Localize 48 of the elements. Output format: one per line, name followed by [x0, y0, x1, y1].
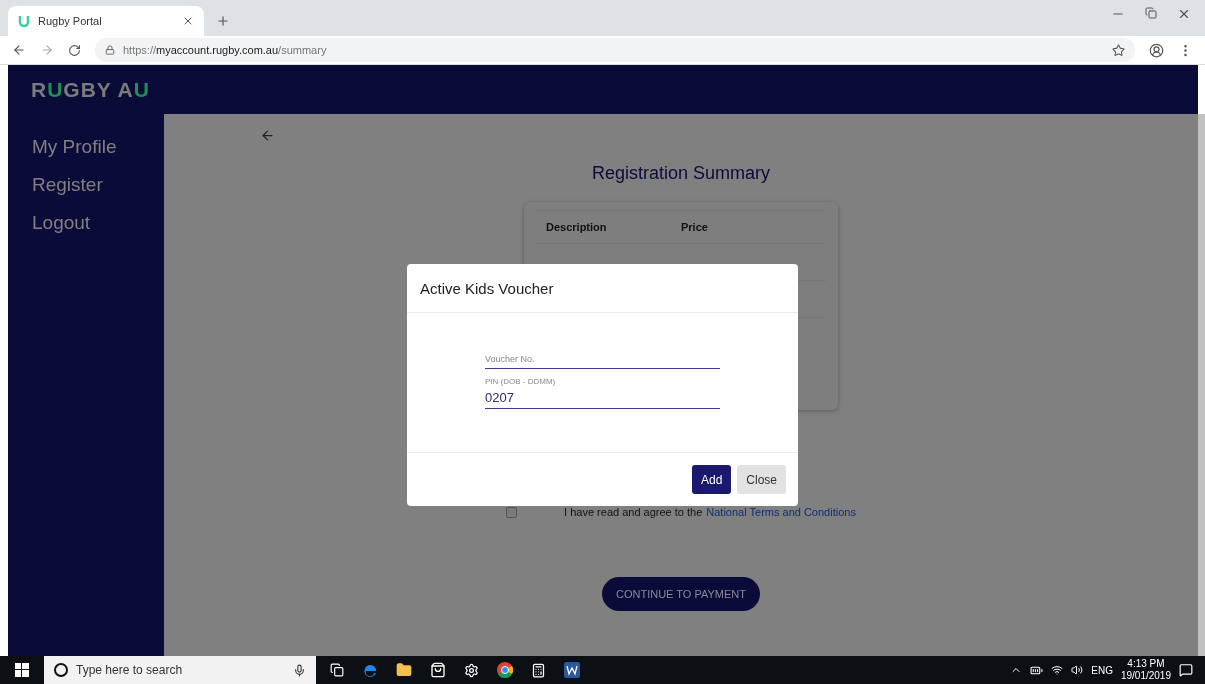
task-view-icon[interactable]	[330, 663, 344, 677]
tab-title: Rugby Portal	[38, 15, 103, 27]
browser-e-icon[interactable]	[362, 662, 378, 678]
add-button[interactable]: Add	[691, 465, 732, 494]
clock-time[interactable]: 4:13 PM	[1127, 658, 1165, 670]
language-indicator[interactable]: ENG	[1091, 664, 1113, 676]
input-field[interactable]: Voucher No.	[485, 350, 720, 369]
store-bag-icon[interactable]	[430, 662, 446, 678]
chrome-icon[interactable]	[497, 662, 513, 678]
close-button[interactable]: Close	[737, 465, 786, 494]
star-icon[interactable]	[1112, 43, 1125, 57]
word-icon[interactable]	[564, 662, 580, 678]
lock-icon	[105, 45, 115, 55]
back-arrow-icon[interactable]	[12, 43, 26, 57]
restore-icon[interactable]	[1145, 7, 1157, 21]
close-icon[interactable]	[182, 15, 194, 27]
microphone-icon[interactable]	[293, 663, 306, 677]
wifi-icon[interactable]	[1051, 664, 1064, 676]
volume-icon[interactable]	[1071, 664, 1084, 676]
column-header: Description	[546, 221, 608, 233]
profile-icon[interactable]	[1149, 42, 1164, 58]
notifications-icon[interactable]	[1179, 663, 1193, 677]
settings-icon[interactable]	[464, 662, 479, 678]
browser-tab[interactable]: Rugby Portal	[8, 6, 204, 36]
new-tab-icon[interactable]	[216, 14, 230, 28]
site-favicon-icon	[18, 15, 30, 27]
url-text: https://myaccount.rugby.com.au/summary	[123, 44, 327, 56]
input-field[interactable]: 0207	[485, 390, 720, 409]
folder-icon[interactable]	[396, 662, 412, 678]
dialog-title: Active Kids Voucher	[420, 279, 554, 297]
sidebar-item[interactable]: Logout	[8, 212, 164, 234]
clock-date[interactable]: 19/01/2019	[1120, 670, 1171, 682]
checkbox[interactable]	[506, 506, 518, 518]
calculator-icon[interactable]	[531, 662, 546, 678]
search-icon	[54, 663, 68, 677]
logo: RUGBY AU	[31, 77, 150, 102]
sidebar-item[interactable]: My Profile	[8, 136, 164, 158]
taskbar-search-field[interactable]: Type here to search	[44, 656, 316, 684]
close-icon[interactable]	[1177, 7, 1191, 21]
address-bar[interactable]: https://myaccount.rugby.com.au/summary	[95, 38, 1135, 62]
page-title: Registration Summary	[591, 163, 771, 184]
field-label: PIN (DOB - DDMM)	[485, 377, 557, 386]
sidebar-item[interactable]: Register	[8, 174, 164, 196]
continue-button[interactable]: CONTINUE TO PAYMENT	[602, 577, 760, 611]
scrollbar[interactable]	[1198, 114, 1205, 656]
column-header: Price	[681, 221, 709, 233]
terms-text: I have read and agree to the	[564, 506, 703, 518]
reload-icon[interactable]	[68, 43, 81, 57]
